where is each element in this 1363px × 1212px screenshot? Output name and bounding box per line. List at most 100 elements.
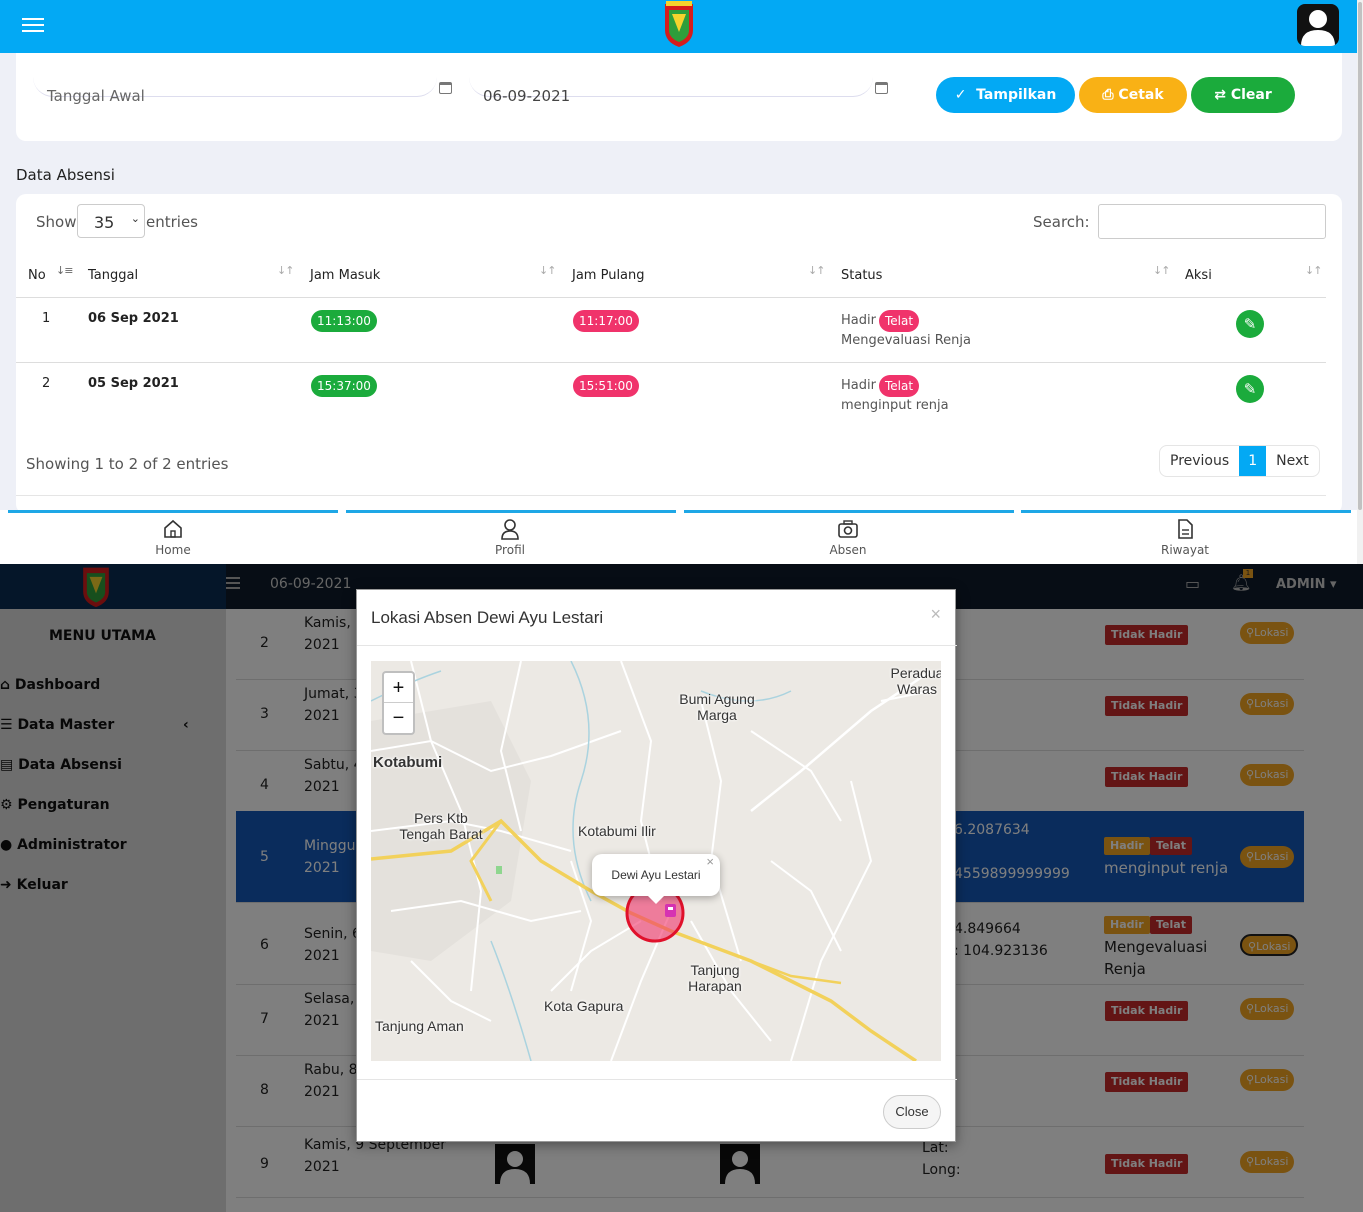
col-tanggal[interactable]: Tanggal [88, 268, 138, 283]
map-view[interactable]: Peradua Waras Bumi Agung Marga Kotabumi … [371, 661, 941, 1061]
camera-icon [838, 520, 858, 538]
nav-home[interactable]: Home [123, 510, 223, 564]
map-label: Bumi Agung Marga [679, 691, 755, 723]
time-out-badge: 11:17:00 [573, 310, 639, 332]
row-date: 06 Sep 2021 [88, 311, 179, 326]
check-icon: ✓ [954, 87, 977, 103]
next-button[interactable]: Next [1266, 446, 1319, 476]
col-no[interactable]: No [28, 268, 46, 283]
status-note: Mengevaluasi Renja [841, 333, 971, 348]
status-note: menginput renja [841, 398, 949, 413]
clear-button-label: Clear [1230, 87, 1272, 103]
scrollbar-thumb[interactable] [1358, 2, 1362, 510]
entries-select[interactable]: 35 ⌄ [77, 204, 145, 238]
nav-profil-label: Profil [495, 543, 525, 557]
edit-pencil-icon[interactable]: ✎ [1236, 375, 1264, 403]
repeat-icon: ⇄ [1214, 87, 1231, 103]
modal-footer-divider [357, 1079, 957, 1080]
col-jam-masuk[interactable]: Jam Masuk [310, 268, 380, 283]
print-button-label: Cetak [1118, 87, 1164, 103]
menu-icon[interactable] [22, 18, 44, 34]
map-label: Tanjung Aman [375, 1018, 464, 1034]
status-text: Hadir [841, 378, 876, 393]
modal-title: Lokasi Absen Dewi Ayu Lestari [371, 608, 604, 627]
header-divider [16, 297, 1326, 298]
sort-asc-icon[interactable]: ↓≡ [56, 264, 73, 277]
sort-icon[interactable]: ↓↑ [1153, 264, 1170, 277]
close-icon[interactable]: × [930, 604, 941, 625]
map-label: Peradua Waras [890, 665, 941, 697]
entries-select-value: 35 [94, 213, 115, 232]
late-badge: Telat [879, 375, 920, 397]
show-button[interactable]: ✓ Tampilkan [936, 77, 1075, 113]
col-aksi[interactable]: Aksi [1185, 268, 1212, 283]
start-date-input[interactable]: Tanggal Awal [33, 53, 437, 105]
show-label: Show [36, 213, 77, 231]
user-avatar-icon[interactable] [1297, 4, 1339, 46]
clear-button[interactable]: ⇄ Clear [1191, 77, 1295, 113]
status-text: Hadir [841, 313, 876, 328]
mobile-app: Tanggal Awal 06-09-2021 ✓ Tampilkan ⎙ Ce… [0, 0, 1363, 564]
search-input[interactable] [1098, 204, 1326, 239]
nav-home-label: Home [155, 543, 191, 557]
nav-riwayat[interactable]: Riwayat [1135, 510, 1235, 564]
section-title: Data Absensi [16, 166, 115, 184]
attendance-table-card: Show 35 ⌄ entries Search: No ↓≡ Tanggal ↓… [16, 194, 1342, 514]
time-in-badge: 11:13:00 [311, 310, 377, 332]
zoom-control: + − [382, 671, 415, 735]
file-icon [1178, 519, 1193, 539]
col-jam-pulang[interactable]: Jam Pulang [572, 268, 645, 283]
pagination: Previous 1 Next [1159, 445, 1320, 477]
sort-icon[interactable]: ↓↑ [1305, 264, 1322, 277]
marker-popup: Dewi Ayu Lestari × [592, 854, 720, 904]
chevron-down-icon: ⌄ [130, 212, 140, 225]
location-modal: Lokasi Absen Dewi Ayu Lestari × Peradua … [356, 589, 957, 1142]
row-no: 2 [42, 376, 51, 391]
row-divider [16, 362, 1326, 363]
popup-close-icon[interactable]: × [706, 841, 714, 883]
nav-riwayat-label: Riwayat [1161, 543, 1209, 557]
sort-icon[interactable]: ↓↑ [808, 264, 825, 277]
edit-pencil-icon[interactable]: ✎ [1236, 310, 1264, 338]
row-date: 05 Sep 2021 [88, 376, 179, 391]
sort-icon[interactable]: ↓↑ [277, 264, 294, 277]
printer-icon: ⎙ [1102, 87, 1119, 103]
late-badge: Telat [879, 310, 920, 332]
nav-absen-label: Absen [829, 543, 867, 557]
popup-tip [648, 896, 664, 904]
search-label: Search: [1033, 213, 1090, 231]
time-out-badge: 15:51:00 [573, 375, 639, 397]
table-info: Showing 1 to 2 of 2 entries [26, 455, 229, 473]
nav-profil[interactable]: Profil [460, 510, 560, 564]
calendar-icon[interactable] [439, 82, 452, 94]
logo-icon [665, 1, 693, 47]
col-status[interactable]: Status [841, 268, 882, 283]
map-label: Tanjung Harapan [688, 962, 742, 994]
sort-icon[interactable]: ↓↑ [539, 264, 556, 277]
bottom-nav: Home Profil Absen Riwayat [0, 510, 1357, 564]
row-no: 1 [42, 311, 51, 326]
app-topbar [0, 0, 1357, 53]
end-date-input[interactable]: 06-09-2021 [469, 53, 873, 105]
popup-name: Dewi Ayu Lestari [611, 868, 701, 882]
calendar-icon[interactable] [875, 82, 888, 94]
nav-absen[interactable]: Absen [798, 510, 898, 564]
user-icon [501, 519, 519, 540]
map-label: Kota Gapura [544, 998, 624, 1014]
zoom-out-button[interactable]: − [384, 703, 413, 733]
card-divider [16, 495, 1326, 496]
time-in-badge: 15:37:00 [311, 375, 377, 397]
end-date-value: 06-09-2021 [483, 87, 571, 105]
start-date-placeholder: Tanggal Awal [47, 87, 145, 105]
modal-header-divider [357, 645, 957, 646]
map-label: Pers Ktb Tengah Barat [399, 810, 483, 842]
prev-button[interactable]: Previous [1160, 446, 1239, 476]
entries-label: entries [146, 213, 198, 231]
print-button[interactable]: ⎙ Cetak [1079, 77, 1187, 113]
admin-panel: 06-09-2021 ▭ 🔔︎ 1 ADMIN ▾ MENU UTAMA ⌂ D… [0, 564, 1363, 1212]
map-label: Kotabumi [373, 754, 443, 771]
page-1-button[interactable]: 1 [1239, 446, 1267, 476]
home-icon [164, 519, 182, 538]
zoom-in-button[interactable]: + [384, 673, 413, 703]
close-button[interactable]: Close [883, 1095, 941, 1129]
